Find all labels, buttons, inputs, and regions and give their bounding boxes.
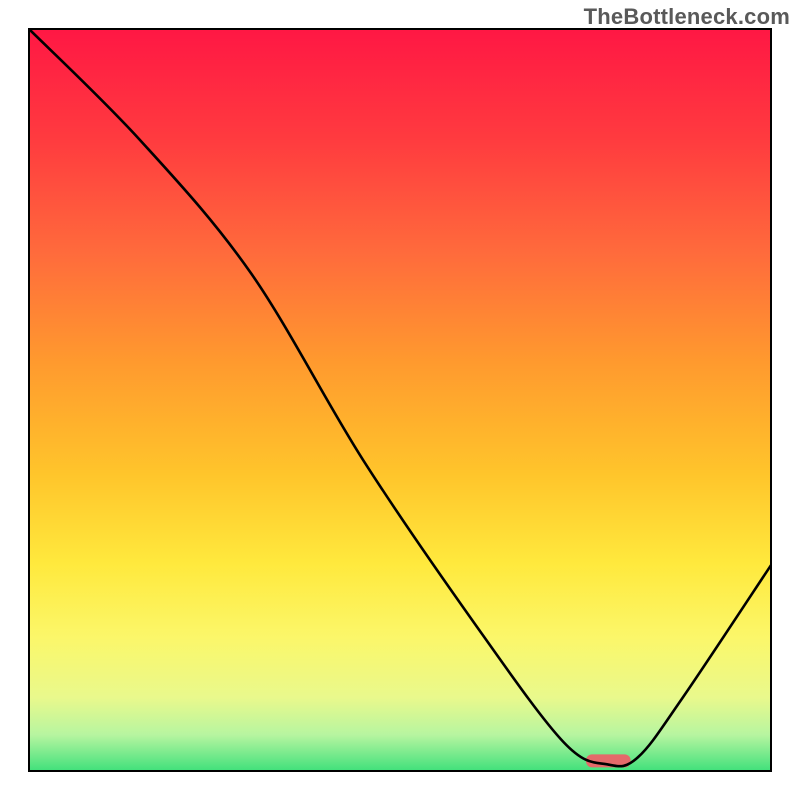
plot-area: [28, 28, 772, 772]
chart-svg: [28, 28, 772, 772]
chart-container: TheBottleneck.com: [0, 0, 800, 800]
watermark-text: TheBottleneck.com: [584, 4, 790, 30]
